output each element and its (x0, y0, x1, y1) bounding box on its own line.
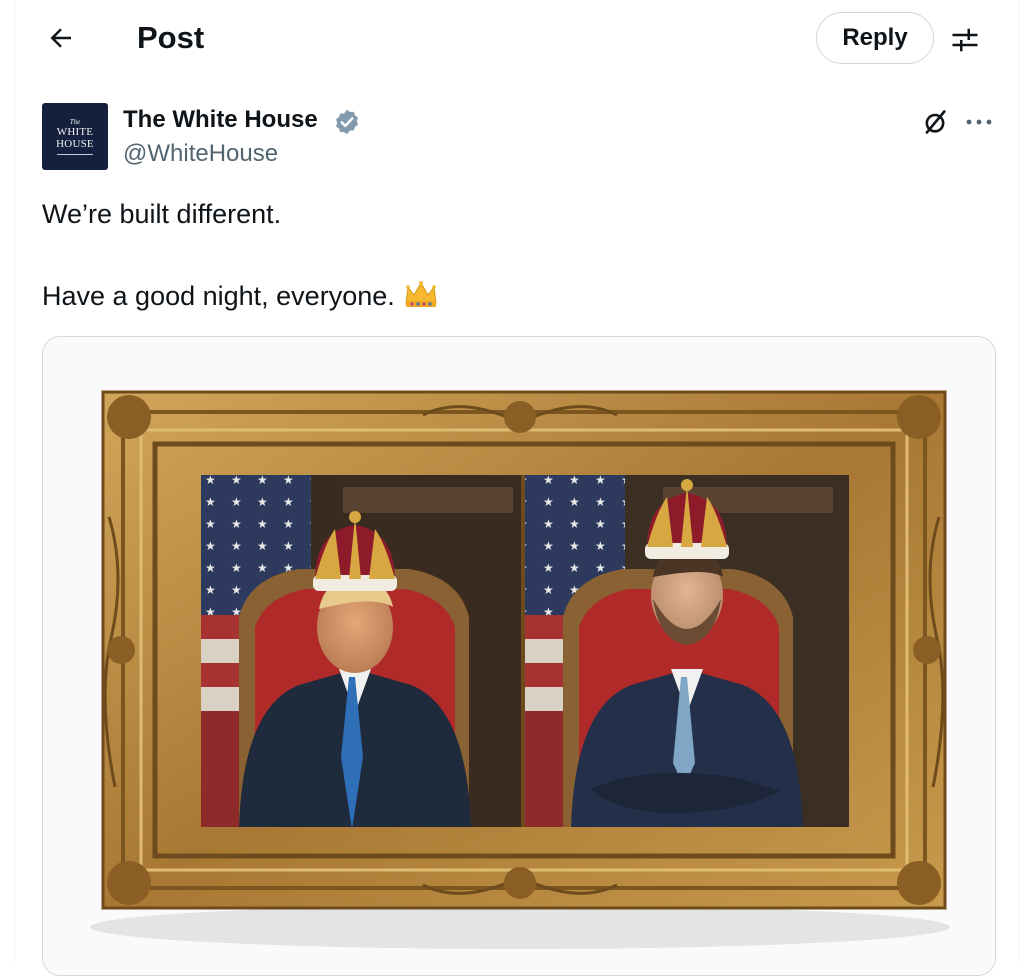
more-icon (966, 119, 992, 125)
back-button[interactable] (41, 18, 81, 58)
page-title: Post (137, 20, 205, 55)
tweet-text-line1: We’re built different. (42, 199, 282, 229)
media-card[interactable]: ★ (42, 336, 996, 976)
author-name[interactable]: The White House (123, 104, 318, 136)
avatar-text-line1: WHITE (56, 126, 94, 138)
page-header: Post Reply (15, 0, 1019, 80)
avatar-text-small: The (69, 118, 81, 126)
sliders-icon (952, 28, 978, 52)
avatar-divider (57, 154, 93, 155)
avatar[interactable]: The WHITE HOUSE (42, 103, 108, 170)
arrow-left-icon (50, 28, 71, 48)
post-column: Post Reply The WHITE HOUSE The White Hou… (14, 0, 1020, 976)
avatar-text-line2: HOUSE (56, 138, 94, 150)
grok-icon (925, 110, 946, 134)
tweet-text-line2-text: Have a good night, everyone. (42, 281, 395, 311)
tweet-text-line2: Have a good night, everyone. (42, 278, 439, 314)
reply-button[interactable]: Reply (816, 12, 934, 64)
grok-button[interactable] (919, 106, 951, 138)
verified-badge-icon (336, 109, 358, 135)
more-button[interactable] (961, 106, 997, 138)
author-handle[interactable]: @WhiteHouse (123, 138, 278, 170)
crown-emoji (405, 281, 437, 307)
settings-button[interactable] (947, 22, 983, 58)
framed-portrait-image: ★ (43, 337, 995, 975)
